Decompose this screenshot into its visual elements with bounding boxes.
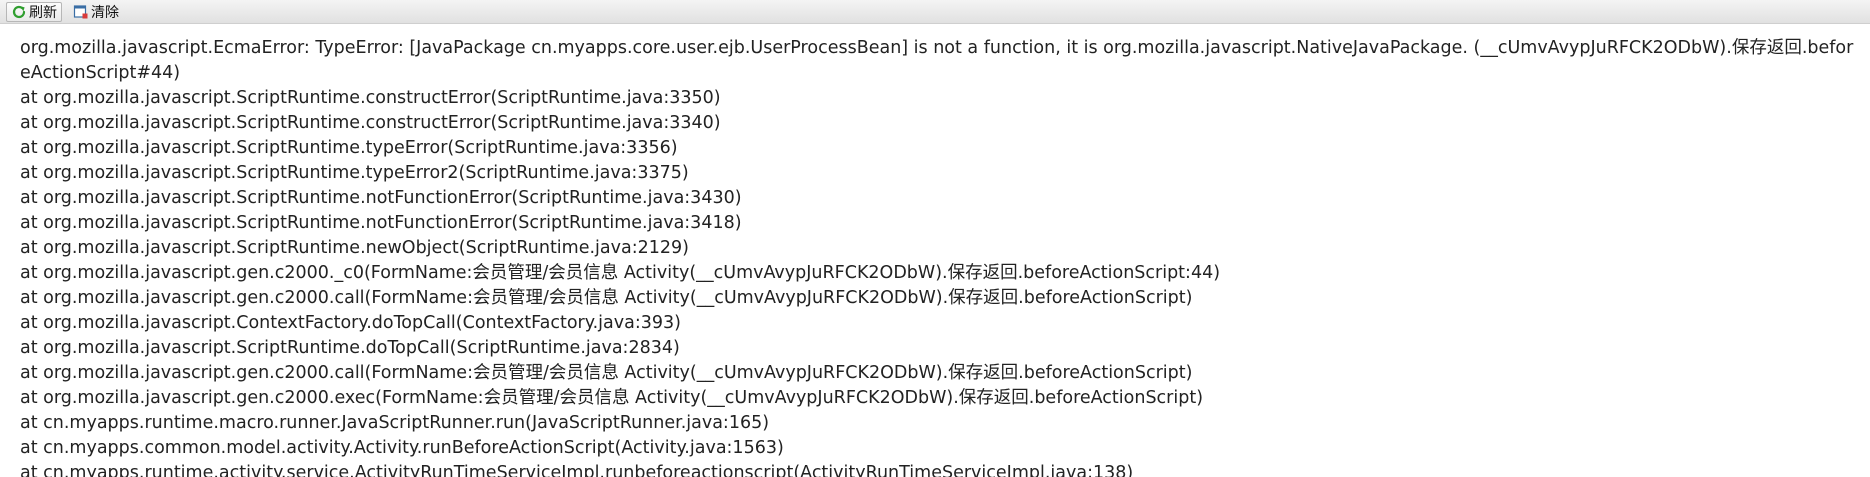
log-line: at org.mozilla.javascript.ScriptRuntime.… <box>20 113 721 133</box>
clear-label: 清除 <box>91 4 119 21</box>
log-line: at org.mozilla.javascript.ScriptRuntime.… <box>20 88 721 108</box>
log-line: at cn.myapps.runtime.macro.runner.JavaSc… <box>20 413 770 433</box>
log-line: at org.mozilla.javascript.ScriptRuntime.… <box>20 188 742 208</box>
log-line: at org.mozilla.javascript.gen.c2000.call… <box>20 363 1193 383</box>
refresh-icon <box>11 4 27 20</box>
refresh-button[interactable]: 刷新 <box>6 1 62 22</box>
toolbar: 刷新 清除 <box>0 0 1870 24</box>
log-line: at org.mozilla.javascript.gen.c2000._c0(… <box>20 263 1221 283</box>
log-line: at org.mozilla.javascript.ScriptRuntime.… <box>20 138 678 158</box>
log-line: org.mozilla.javascript.EcmaError: TypeEr… <box>20 38 1854 83</box>
clear-button[interactable]: 清除 <box>68 2 124 22</box>
refresh-label: 刷新 <box>29 4 57 21</box>
log-line: at cn.myapps.common.model.activity.Activ… <box>20 438 784 458</box>
log-line: at org.mozilla.javascript.ScriptRuntime.… <box>20 338 680 358</box>
log-line: at cn.myapps.runtime.activity.service.Ac… <box>20 463 1134 477</box>
log-line: at org.mozilla.javascript.ContextFactory… <box>20 313 681 333</box>
log-line: at org.mozilla.javascript.ScriptRuntime.… <box>20 163 689 183</box>
log-line: at org.mozilla.javascript.ScriptRuntime.… <box>20 238 689 258</box>
log-line: at org.mozilla.javascript.gen.c2000.exec… <box>20 388 1204 408</box>
log-line: at org.mozilla.javascript.ScriptRuntime.… <box>20 213 742 233</box>
log-line: at org.mozilla.javascript.gen.c2000.call… <box>20 288 1193 308</box>
error-log: org.mozilla.javascript.EcmaError: TypeEr… <box>20 36 1860 477</box>
clear-icon <box>73 4 89 20</box>
